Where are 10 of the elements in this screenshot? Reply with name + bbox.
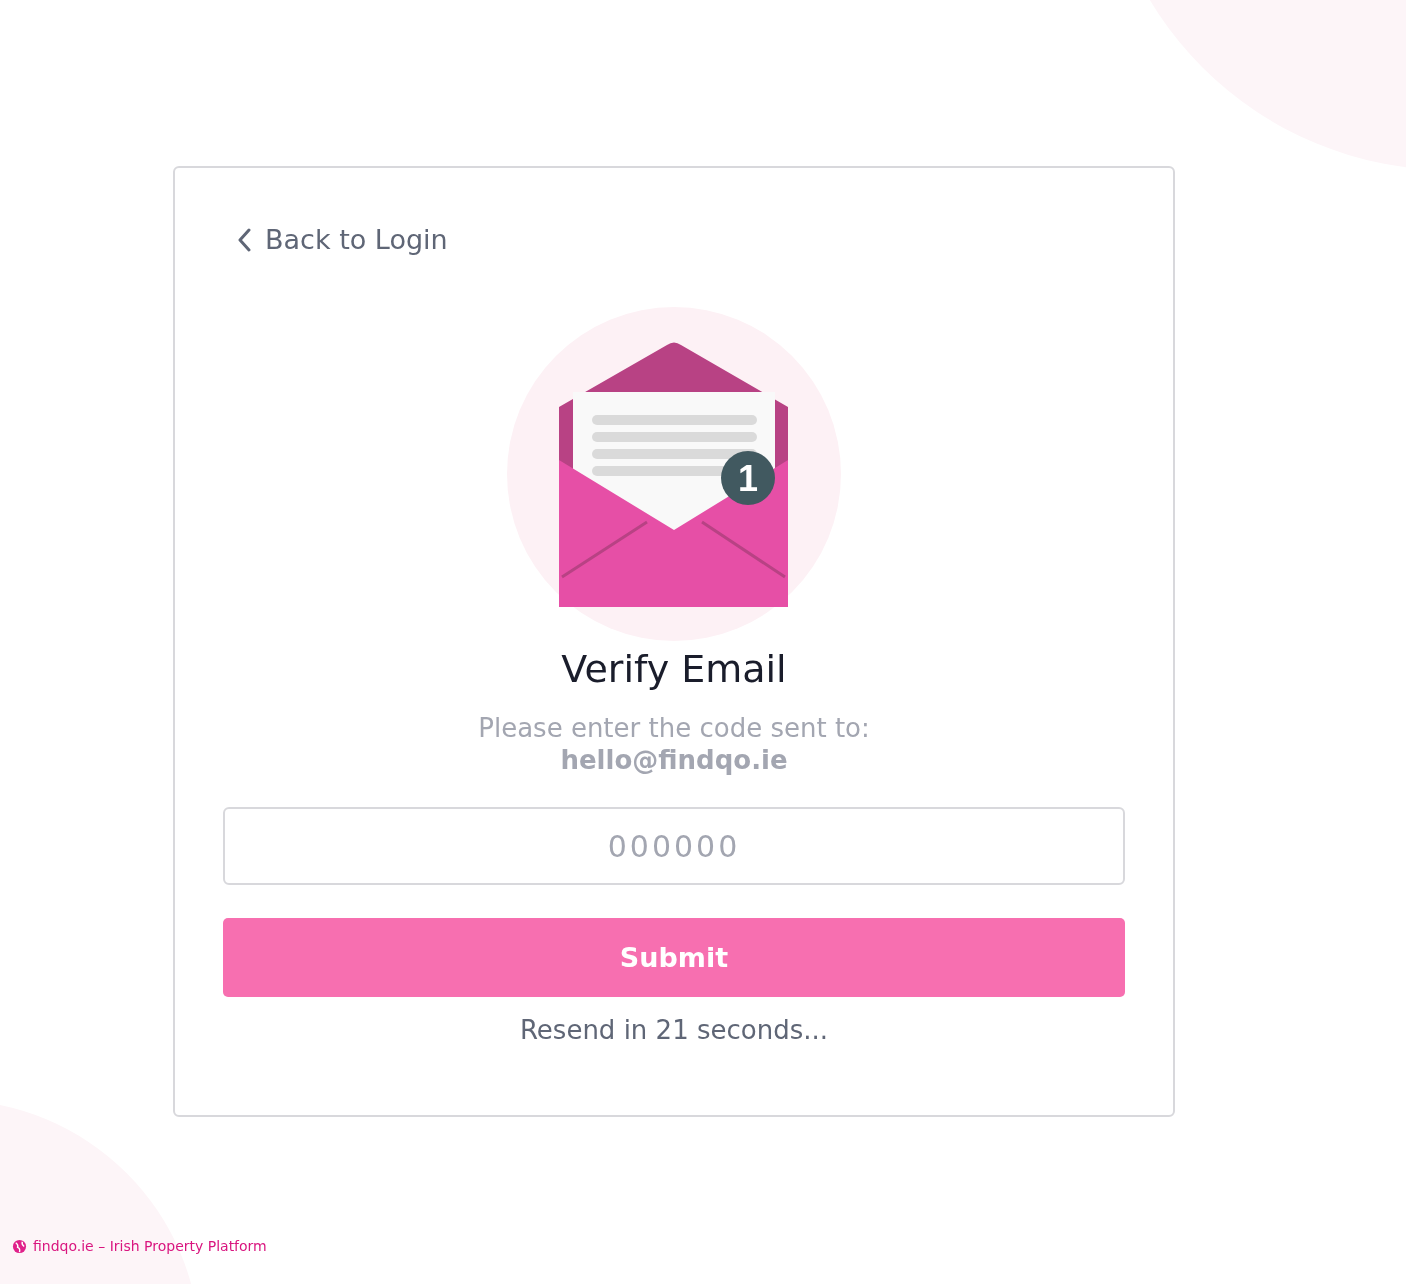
footer-text: findqo.ie – Irish Property Platform bbox=[33, 1238, 267, 1254]
resend-countdown-text: Resend in 21 seconds... bbox=[519, 1015, 829, 1045]
code-input-field[interactable]: 000000 bbox=[223, 807, 1125, 885]
globe-icon bbox=[12, 1238, 27, 1254]
open-envelope-drawing: 1 bbox=[507, 307, 841, 641]
back-link[interactable]: Back to Login bbox=[237, 224, 448, 255]
instruction-text: Please enter the code sent to: bbox=[478, 713, 870, 743]
chevron-left-icon bbox=[237, 227, 251, 252]
email-address: hello@findqo.ie bbox=[560, 745, 788, 775]
page-title: Verify Email bbox=[561, 647, 787, 691]
